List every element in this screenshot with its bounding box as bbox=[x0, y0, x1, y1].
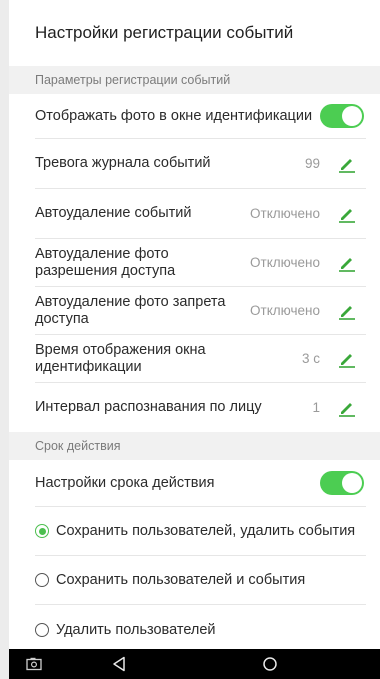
face-recognition-interval-row[interactable]: Интервал распознавания по лицу 1 bbox=[35, 383, 366, 432]
section-header-registration: Параметры регистрации событий bbox=[9, 66, 380, 94]
radio-option-delete-users[interactable]: Удалить пользователей bbox=[35, 605, 366, 654]
auto-delete-access-photo-label: Автоудаление фото разрешения доступа bbox=[35, 245, 176, 279]
radio-option-label: Сохранить пользователей, удалить события bbox=[56, 523, 356, 539]
show-photo-toggle[interactable] bbox=[320, 104, 364, 128]
auto-delete-denied-photo-label: Автоудаление фото запрета доступа bbox=[35, 293, 226, 327]
radio-option-label: Сохранить пользователей и события bbox=[56, 572, 306, 588]
face-recognition-interval-value: 1 bbox=[312, 400, 320, 415]
pencil-icon[interactable] bbox=[336, 348, 358, 370]
back-icon[interactable] bbox=[104, 649, 134, 679]
section-header-validity: Срок действия bbox=[9, 432, 380, 460]
radio-option-label: Удалить пользователей bbox=[56, 621, 216, 638]
auto-delete-events-row[interactable]: Автоудаление событий Отключено bbox=[35, 189, 366, 239]
log-alarm-value: 99 bbox=[304, 156, 320, 171]
auto-delete-denied-photo-row[interactable]: Автоудаление фото запрета доступа Отключ… bbox=[35, 287, 366, 335]
log-alarm-label: Тревога журнала событий bbox=[35, 155, 211, 171]
identification-window-time-label: Время отображения окна идентификации bbox=[35, 341, 206, 375]
auto-delete-denied-photo-value: Отключено bbox=[250, 303, 320, 318]
auto-delete-access-photo-value: Отключено bbox=[250, 255, 320, 270]
pencil-icon[interactable] bbox=[336, 252, 358, 274]
validity-settings-toggle[interactable] bbox=[320, 471, 364, 495]
toggle-knob bbox=[342, 473, 362, 493]
show-photo-label: Отображать фото в окне идентификации bbox=[35, 107, 313, 124]
validity-settings-row[interactable]: Настройки срока действия bbox=[35, 460, 366, 507]
radio-button-selected[interactable] bbox=[35, 524, 49, 538]
auto-delete-events-value: Отключено bbox=[250, 206, 320, 221]
pencil-icon[interactable] bbox=[336, 300, 358, 322]
radio-option-keep-users-and-events[interactable]: Сохранить пользователей и события bbox=[35, 556, 366, 605]
log-alarm-row[interactable]: Тревога журнала событий 99 bbox=[35, 139, 366, 189]
pencil-icon[interactable] bbox=[336, 153, 358, 175]
screenshot-icon[interactable] bbox=[19, 649, 49, 679]
identification-window-time-value: 3 с bbox=[301, 351, 320, 366]
auto-delete-access-photo-row[interactable]: Автоудаление фото разрешения доступа Отк… bbox=[35, 239, 366, 287]
auto-delete-events-label: Автоудаление событий bbox=[35, 205, 192, 221]
radio-button[interactable] bbox=[35, 573, 49, 587]
face-recognition-interval-label: Интервал распознавания по лицу bbox=[35, 399, 262, 415]
toggle-knob bbox=[342, 106, 362, 126]
page-title: Настройки регистрации событий bbox=[35, 23, 294, 42]
radio-option-keep-users-delete-events[interactable]: Сохранить пользователей, удалить события bbox=[35, 507, 366, 556]
show-photo-row[interactable]: Отображать фото в окне идентификации bbox=[35, 94, 366, 139]
identification-window-time-row[interactable]: Время отображения окна идентификации 3 с bbox=[35, 335, 366, 383]
pencil-icon[interactable] bbox=[336, 203, 358, 225]
system-navigation-bar bbox=[9, 649, 380, 679]
pencil-icon[interactable] bbox=[336, 397, 358, 419]
home-icon[interactable] bbox=[255, 649, 285, 679]
radio-dot bbox=[38, 527, 46, 535]
settings-screen: Настройки регистрации событий Параметры … bbox=[9, 0, 380, 679]
radio-button[interactable] bbox=[35, 622, 49, 637]
validity-settings-label: Настройки срока действия bbox=[35, 474, 215, 491]
